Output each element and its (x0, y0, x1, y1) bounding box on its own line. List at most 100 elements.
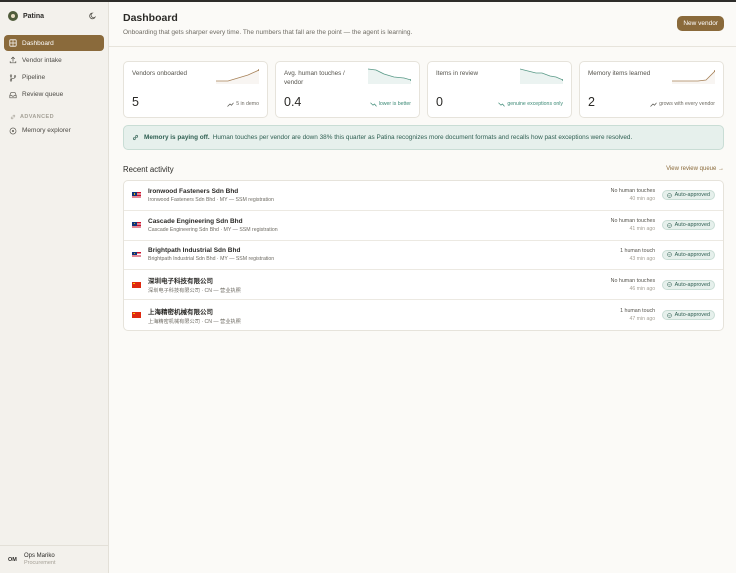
status-text: Auto-approved (674, 251, 710, 258)
brand-name: Patina (23, 12, 45, 20)
human-touches: 1 human touch (620, 247, 656, 254)
stat-label: Memory items learned (588, 70, 651, 77)
status-badge: Auto-approved (662, 249, 715, 260)
sidebar-item-pipeline[interactable]: Pipeline (4, 70, 104, 86)
sparkline-up-icon (216, 69, 259, 84)
stat-card-items-in-review: Items in review 0 genuine exceptions onl… (427, 61, 572, 118)
status-badge: Auto-approved (662, 220, 715, 231)
timestamp: 46 min ago (629, 285, 656, 292)
vendor-name: Cascade Engineering Sdn Bhd (148, 217, 243, 225)
sparkline-down-icon (520, 68, 563, 84)
timestamp: 43 min ago (629, 255, 656, 262)
vendor-details: Cascade Engineering Sdn Bhd · MY — SSM r… (148, 226, 278, 233)
sidebar-item-review-queue[interactable]: Review queue (4, 87, 104, 103)
check-circle-icon (667, 252, 672, 258)
sidebar-item-label: Dashboard (22, 39, 54, 47)
check-circle-icon (667, 222, 672, 228)
activity-row[interactable]: Ironwood Fasteners Sdn Bhd Ironwood Fast… (124, 181, 723, 211)
vendor-name: 上海精密机械有限公司 (148, 308, 213, 316)
sidebar: Patina Dashboard Vendor intake Pipeline … (0, 2, 109, 573)
vendor-details: Brightpath Industrial Sdn Bhd · MY — SSM… (148, 256, 275, 263)
vendor-name: Ironwood Fasteners Sdn Bhd (148, 187, 239, 195)
memory-banner: Memory is paying off. Human touches per … (123, 125, 724, 150)
stat-label: Vendors onboarded (132, 70, 187, 77)
sidebar-item-label: Pipeline (22, 74, 46, 82)
timestamp: 40 min ago (629, 196, 656, 203)
avatar: OM (8, 556, 17, 563)
status-text: Auto-approved (674, 222, 710, 229)
page-subtitle: Onboarding that gets sharper every time.… (123, 29, 413, 36)
activity-row[interactable]: 深圳电子科技有限公司 深圳电子科技有限公司 · CN — 营业执照 No hum… (124, 270, 723, 301)
new-vendor-button[interactable]: New vendor (677, 16, 724, 31)
trend-up-icon (650, 102, 657, 107)
banner-text: Human touches per vendor are down 38% th… (212, 134, 633, 141)
status-text: Auto-approved (674, 192, 710, 199)
human-touches: No human touches (610, 188, 656, 195)
banner-title: Memory is paying off. (144, 134, 210, 141)
stat-note-text: genuine exceptions only (507, 101, 563, 107)
stats-row: Vendors onboarded 5 5 in demo Avg. human… (123, 61, 724, 118)
sparkline-down-icon (368, 68, 411, 84)
trend-down-icon (498, 102, 506, 107)
status-text: Auto-approved (674, 312, 710, 319)
sidebar-item-label: Review queue (22, 91, 64, 99)
user-profile[interactable]: OM Ops Mariko Procurement (0, 545, 108, 573)
stat-card-vendors-onboarded: Vendors onboarded 5 5 in demo (123, 61, 268, 118)
status-badge: Auto-approved (662, 190, 715, 201)
app-window: Patina Dashboard Vendor intake Pipeline … (0, 0, 736, 573)
sidebar-nav: Dashboard Vendor intake Pipeline Review … (0, 30, 108, 139)
status-badge: Auto-approved (662, 279, 715, 290)
nav-section-label: ADVANCED (20, 113, 54, 120)
vendor-name: Brightpath Industrial Sdn Bhd (148, 247, 241, 255)
nav-section-advanced: ADVANCED (4, 111, 104, 123)
user-role: Procurement (24, 560, 56, 566)
malaysia-flag-icon (132, 222, 141, 229)
stat-value: 0.4 (284, 95, 302, 109)
stat-card-memory-items: Memory items learned 2 grows with every … (579, 61, 724, 118)
stat-value: 0 (436, 95, 443, 109)
malaysia-flag-icon (132, 251, 141, 258)
stat-label: Avg. human touches / vendor (284, 70, 345, 86)
inbox-icon (9, 92, 17, 99)
activity-list: Ironwood Fasteners Sdn Bhd Ironwood Fast… (123, 180, 724, 331)
china-flag-icon (132, 281, 141, 288)
vendor-details: 上海精密机械有限公司 · CN — 营业执照 (148, 318, 241, 325)
theme-toggle-icon[interactable] (88, 11, 98, 21)
human-touches: No human touches (610, 218, 656, 225)
grid-icon (9, 39, 17, 47)
stat-note: 5 in demo (227, 101, 259, 107)
activity-row[interactable]: Brightpath Industrial Sdn Bhd Brightpath… (124, 241, 723, 271)
main-content: Dashboard Onboarding that gets sharper e… (109, 2, 736, 573)
check-circle-icon (667, 193, 672, 198)
stat-note-text: lower is better (378, 101, 411, 107)
memory-icon (9, 127, 17, 135)
stat-label: Items in review (436, 70, 478, 77)
upload-icon (9, 56, 17, 64)
patina-logo-icon (8, 11, 18, 21)
human-touches: No human touches (610, 277, 656, 284)
activity-row[interactable]: 上海精密机械有限公司 上海精密机械有限公司 · CN — 营业执照 1 huma… (124, 300, 723, 330)
activity-row[interactable]: Cascade Engineering Sdn Bhd Cascade Engi… (124, 211, 723, 241)
page-title: Dashboard (123, 12, 178, 24)
branch-icon (9, 74, 17, 82)
status-text: Auto-approved (674, 281, 710, 288)
human-touches: 1 human touch (620, 308, 656, 315)
trend-up-icon (227, 102, 234, 107)
check-circle-icon (667, 282, 672, 288)
sidebar-item-dashboard[interactable]: Dashboard (4, 35, 104, 51)
link-icon (132, 134, 139, 141)
vendor-details: 深圳电子科技有限公司 · CN — 营业执照 (148, 288, 241, 295)
view-review-queue-link[interactable]: View review queue → (666, 166, 724, 172)
timestamp: 47 min ago (629, 316, 656, 323)
activity-title: Recent activity (123, 164, 174, 174)
sidebar-item-memory-explorer[interactable]: Memory explorer (4, 123, 104, 139)
sidebar-item-vendor-intake[interactable]: Vendor intake (4, 52, 104, 68)
check-circle-icon (667, 312, 672, 318)
stat-note-text: grows with every vendor (659, 101, 715, 107)
stat-note-text: 5 in demo (236, 101, 259, 107)
stat-value: 2 (588, 95, 595, 109)
vendor-details: Ironwood Fasteners Sdn Bhd · MY — SSM re… (148, 196, 274, 203)
stat-value: 5 (132, 95, 139, 109)
stat-note: grows with every vendor (650, 101, 715, 107)
sidebar-item-label: Vendor intake (22, 56, 62, 64)
